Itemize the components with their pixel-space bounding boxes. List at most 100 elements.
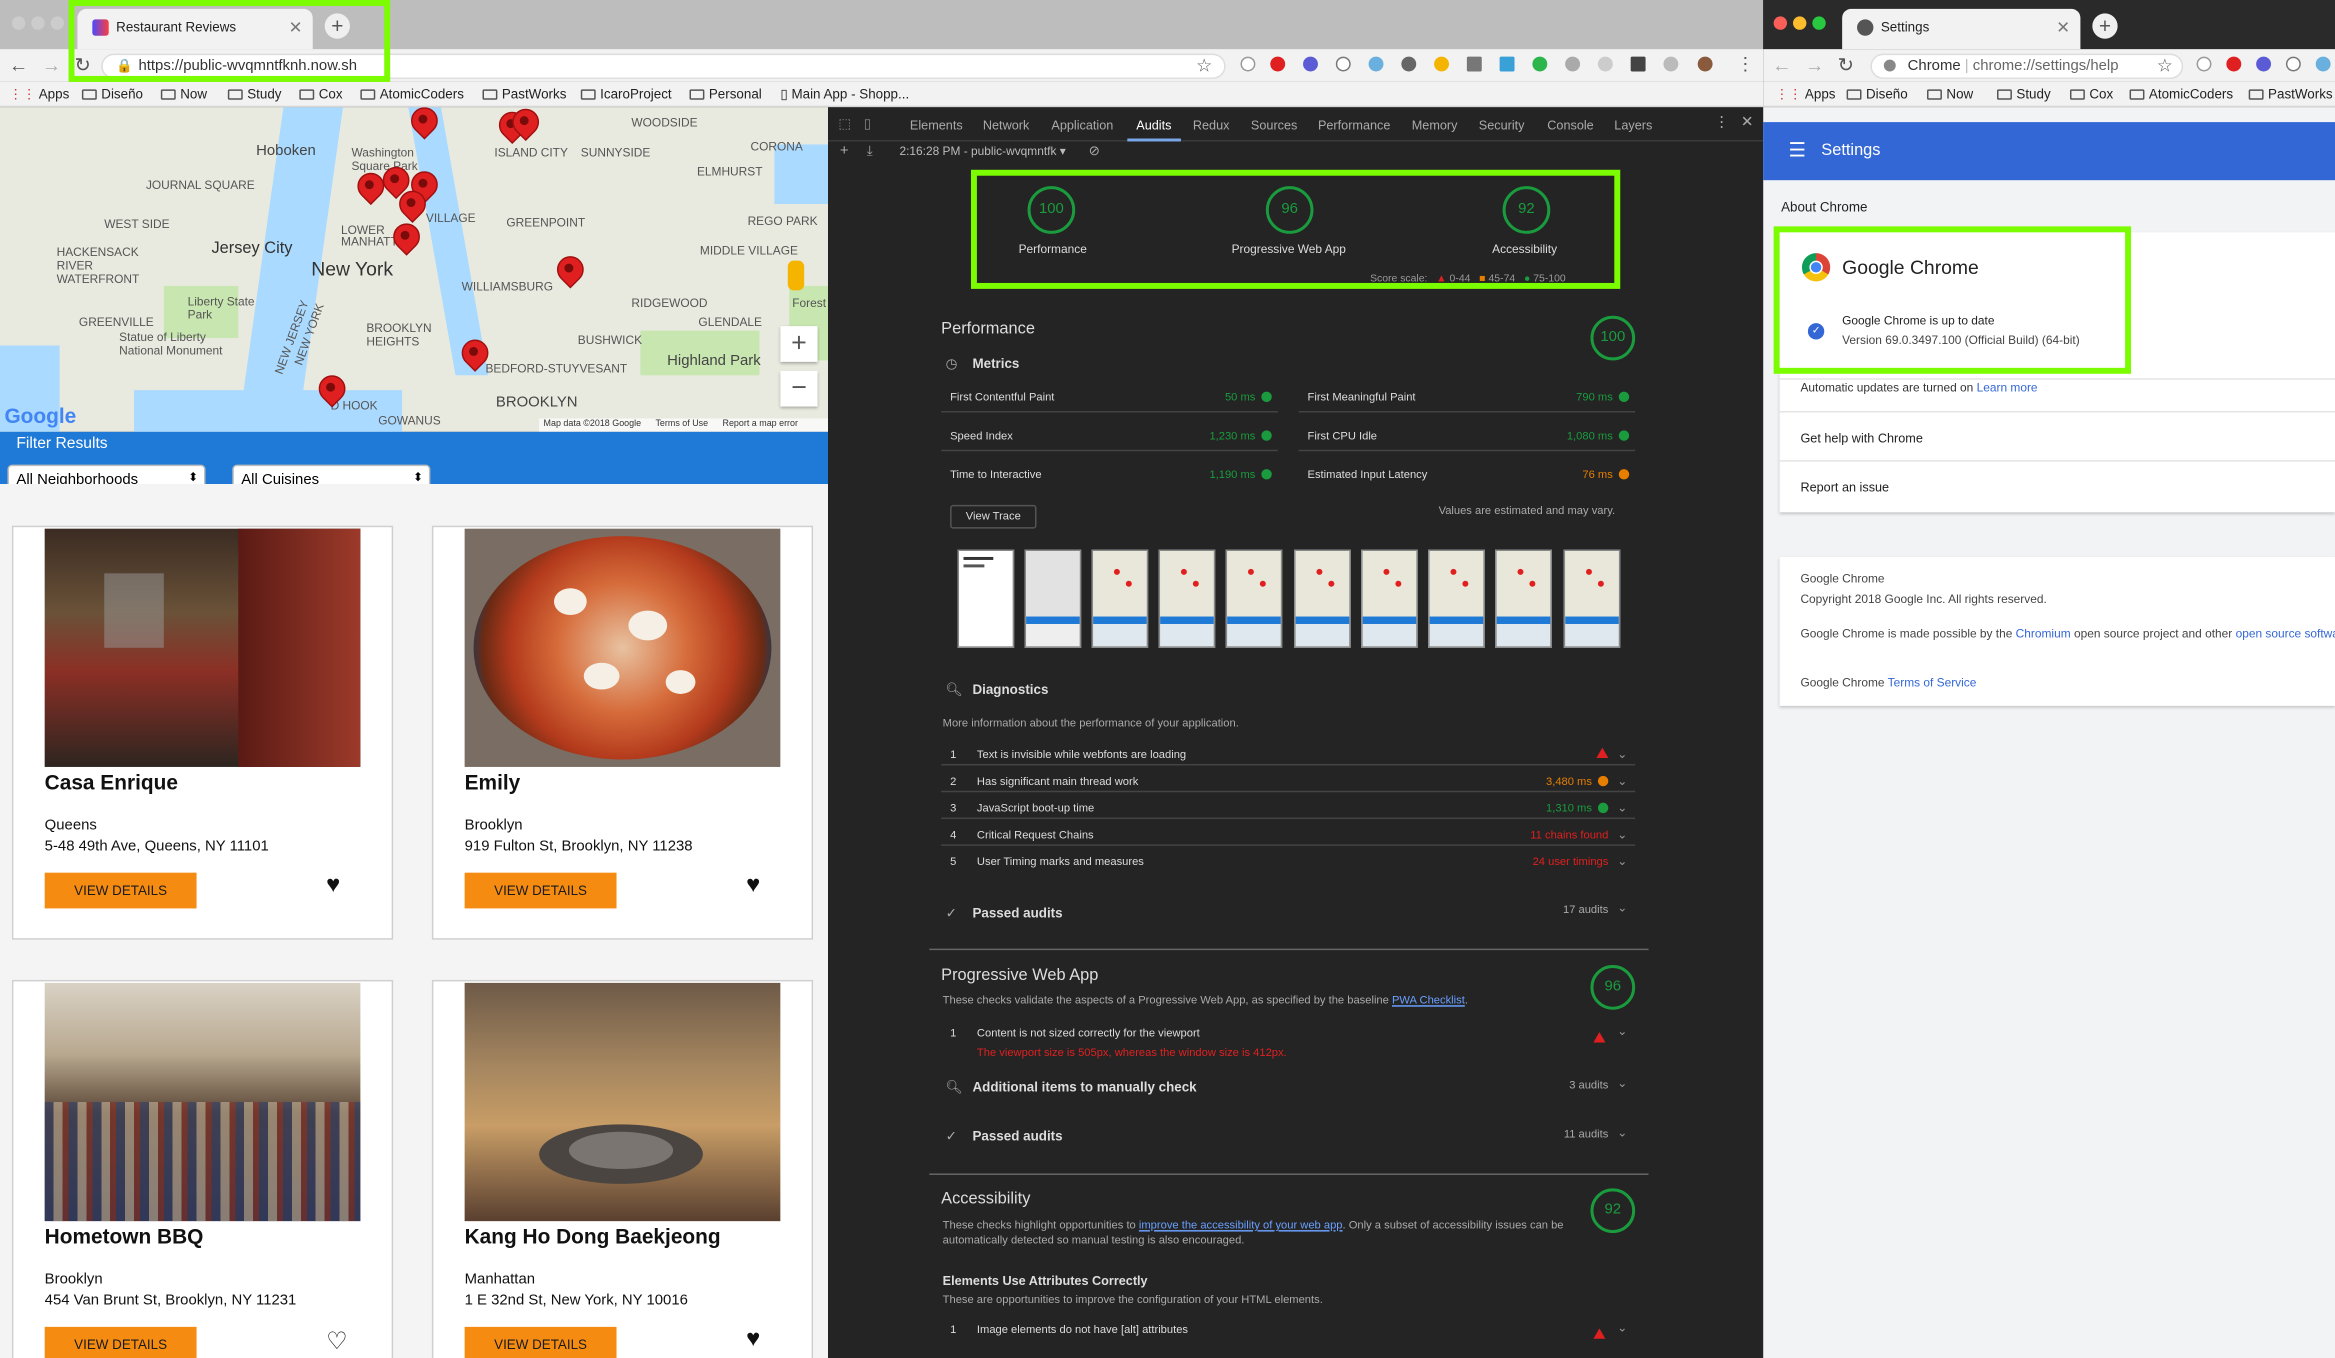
devtools-tab-active[interactable]: Audits: [1136, 118, 1171, 133]
bookmark-page[interactable]: ▯ Main App - Shopp...: [780, 86, 909, 102]
passed-audits-toggle[interactable]: Passed audits: [972, 905, 1062, 920]
extension-icon[interactable]: [2315, 56, 2331, 72]
bookmark-folder[interactable]: PastWorks: [2248, 86, 2333, 101]
devtools-tab[interactable]: Memory: [1412, 118, 1458, 133]
extension-icon[interactable]: [1434, 56, 1449, 72]
add-audit-icon[interactable]: +: [840, 143, 849, 159]
filmstrip-frame[interactable]: [1091, 549, 1149, 648]
pwa-passed-toggle[interactable]: Passed audits: [972, 1129, 1062, 1144]
extension-icon[interactable]: [1466, 56, 1482, 72]
extension-icon[interactable]: [1368, 56, 1384, 72]
window-close-dot[interactable]: [11, 16, 26, 30]
expand-chevron-icon[interactable]: ⌄: [1617, 1077, 1627, 1090]
window-minimize-dot[interactable]: [31, 16, 45, 30]
extension-icon[interactable]: [2256, 56, 2272, 72]
map-marker[interactable]: [319, 375, 343, 408]
clear-icon[interactable]: ⊘: [1089, 143, 1100, 159]
window-zoom-dot[interactable]: [50, 16, 65, 30]
filmstrip-frame[interactable]: [1428, 549, 1485, 648]
pwa-failed-item[interactable]: Content is not sized correctly for the v…: [977, 1026, 1200, 1039]
map-marker[interactable]: [512, 109, 536, 142]
devtools-tab[interactable]: Network: [983, 118, 1029, 133]
tab-settings[interactable]: Settings ✕: [1842, 8, 2081, 50]
filmstrip-frame[interactable]: [1361, 549, 1418, 648]
filmstrip-frame[interactable]: [1563, 549, 1621, 648]
favorite-heart-icon[interactable]: ♥: [746, 873, 760, 900]
favorite-heart-icon[interactable]: ♥: [326, 873, 340, 900]
view-details-button[interactable]: VIEW DETAILS: [44, 872, 197, 909]
inspect-icon[interactable]: ⬚: [838, 116, 851, 132]
map-marker[interactable]: [462, 340, 486, 373]
map-zoom-out-button[interactable]: −: [780, 370, 818, 407]
expand-chevron-icon[interactable]: ⌄: [1617, 1126, 1627, 1139]
bookmark-apps[interactable]: ⋮⋮ Apps: [9, 86, 69, 102]
expand-chevron-icon[interactable]: ⌄: [1617, 801, 1627, 814]
manual-checks-toggle[interactable]: Additional items to manually check: [972, 1080, 1196, 1095]
map-terms-link[interactable]: Terms of Use: [655, 420, 708, 429]
bookmark-star-icon[interactable]: ☆: [1196, 55, 1212, 76]
expand-chevron-icon[interactable]: ⌄: [1617, 748, 1627, 761]
extension-icon[interactable]: [1565, 56, 1581, 72]
diagnostic-item[interactable]: Has significant main thread work: [977, 774, 1138, 787]
bookmark-folder[interactable]: AtomicCoders: [360, 86, 464, 101]
map-marker[interactable]: [411, 107, 435, 140]
devtools-tab[interactable]: Elements: [910, 118, 963, 133]
extension-icon[interactable]: [2196, 56, 2212, 72]
filmstrip-frame[interactable]: [1024, 549, 1082, 648]
bookmark-folder[interactable]: Personal: [689, 86, 762, 101]
filmstrip-frame[interactable]: [957, 549, 1015, 648]
expand-chevron-icon[interactable]: ⌄: [1617, 855, 1627, 868]
map-marker[interactable]: [393, 223, 417, 256]
bookmark-folder[interactable]: Now: [1927, 86, 1973, 101]
extension-icon[interactable]: [1663, 56, 1679, 72]
diagnostic-item[interactable]: Text is invisible while webfonts are loa…: [977, 748, 1186, 761]
accessibility-item[interactable]: Image elements do not have [alt] attribu…: [977, 1322, 1188, 1335]
view-trace-button[interactable]: View Trace: [950, 504, 1037, 529]
pegman-icon[interactable]: [787, 260, 805, 291]
filmstrip-frame[interactable]: [1294, 549, 1351, 648]
new-tab-button[interactable]: +: [2092, 13, 2118, 39]
get-help-link[interactable]: Get help with Chrome: [1800, 430, 1922, 445]
expand-chevron-icon[interactable]: ⌄: [1617, 774, 1627, 787]
extension-icon[interactable]: [1499, 56, 1515, 72]
map-report-link[interactable]: Report a map error: [722, 420, 797, 429]
expand-chevron-icon[interactable]: ⌄: [1617, 901, 1627, 914]
bookmark-folder[interactable]: Cox: [2069, 86, 2113, 101]
reload-icon[interactable]: ↻: [1838, 54, 1854, 78]
address-bar[interactable]: Chrome | chrome://settings/help ☆: [1870, 53, 2184, 79]
menu-kebab-icon[interactable]: ⋮: [1736, 54, 1754, 75]
devtools-menu-icon[interactable]: ⋮: [1714, 115, 1729, 131]
diagnostic-item[interactable]: Critical Request Chains: [977, 828, 1094, 841]
devtools-tab[interactable]: Performance: [1318, 118, 1390, 133]
bookmark-folder[interactable]: Cox: [299, 86, 343, 101]
devtools-tab[interactable]: Application: [1051, 118, 1113, 133]
window-minimize-dot[interactable]: [1792, 16, 1807, 30]
expand-chevron-icon[interactable]: ⌄: [1617, 1025, 1627, 1038]
diagnostic-item[interactable]: User Timing marks and measures: [977, 855, 1144, 868]
profile-avatar[interactable]: [1697, 56, 1713, 72]
map-zoom-in-button[interactable]: +: [780, 326, 818, 362]
expand-chevron-icon[interactable]: ⌄: [1617, 828, 1627, 841]
tab-close-icon[interactable]: ✕: [2056, 18, 2070, 37]
filmstrip-frame[interactable]: [1495, 549, 1552, 648]
diagnostic-item[interactable]: JavaScript boot-up time: [977, 801, 1094, 814]
extension-icon[interactable]: [1532, 56, 1548, 72]
bookmark-folder[interactable]: Study: [227, 86, 281, 101]
bookmark-folder[interactable]: PastWorks: [482, 86, 566, 101]
restaurant-map[interactable]: Hoboken Washington Square Park JOURNAL S…: [0, 107, 828, 432]
extension-icon[interactable]: [1401, 56, 1417, 72]
devtools-tab[interactable]: Console: [1547, 118, 1593, 133]
devtools-close-icon[interactable]: ✕: [1741, 115, 1753, 131]
back-arrow-icon[interactable]: ←: [9, 54, 28, 76]
devtools-tab[interactable]: Redux: [1193, 118, 1230, 133]
forward-arrow-icon[interactable]: →: [42, 54, 61, 76]
report-selector[interactable]: 2:16:28 PM - public-wvqmntfk ▾: [899, 144, 1065, 157]
learn-more-link[interactable]: Learn more: [1977, 381, 2038, 394]
download-icon[interactable]: ⤓: [867, 143, 873, 159]
view-details-button[interactable]: VIEW DETAILS: [464, 1326, 617, 1358]
device-toggle-icon[interactable]: ▯: [864, 116, 871, 132]
map-marker[interactable]: [557, 256, 581, 289]
open-source-link[interactable]: open source software.: [2236, 627, 2335, 640]
extension-icon[interactable]: [1630, 56, 1646, 72]
window-zoom-dot[interactable]: [1812, 16, 1826, 30]
